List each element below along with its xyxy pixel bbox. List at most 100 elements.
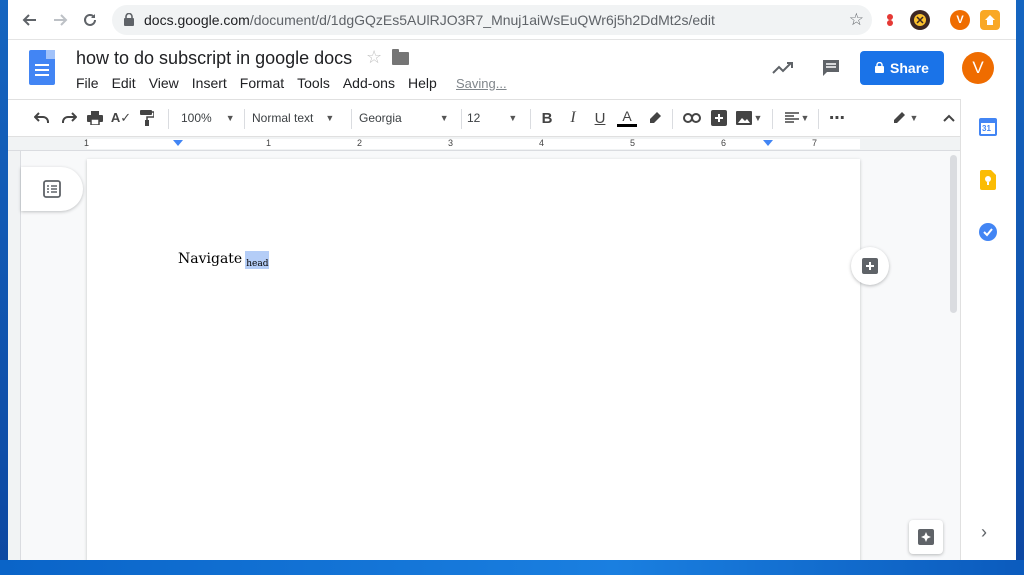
star-document-icon[interactable]: ☆ (366, 47, 382, 68)
ruler-number: 6 (721, 138, 727, 148)
menu-add-ons[interactable]: Add-ons (343, 75, 395, 91)
address-bar[interactable]: docs.google.com/document/d/1dgGQzEs5AUlR… (112, 5, 872, 35)
url-path: /document/d/1dgGQzEs5AUlRJO3R7_Mnuj1aiWs… (249, 12, 715, 28)
left-indent-marker[interactable] (173, 140, 183, 146)
font-size-value: 12 (467, 111, 481, 125)
lock-icon (875, 60, 885, 76)
vertical-scrollbar[interactable] (946, 151, 960, 560)
menu-bar: File Edit View Insert Format Tools Add-o… (76, 75, 450, 91)
bookmark-star-icon[interactable]: ☆ (849, 10, 864, 30)
chevron-down-icon: ▼ (325, 113, 335, 123)
paint-format-icon[interactable] (134, 100, 160, 136)
bold-icon[interactable]: B (534, 100, 560, 136)
ruler-number: 4 (539, 138, 545, 148)
forward-arrow-icon[interactable] (48, 8, 72, 32)
separator (818, 109, 819, 129)
document-canvas: Navigate head (21, 151, 960, 560)
document-outline-button[interactable] (21, 167, 83, 211)
share-button[interactable]: Share (860, 51, 944, 85)
browser-window: docs.google.com/document/d/1dgGQzEs5AUlR… (8, 0, 1016, 560)
menu-edit[interactable]: Edit (112, 75, 136, 91)
document-paragraph[interactable]: Navigate head (178, 251, 270, 269)
back-arrow-icon[interactable] (18, 8, 42, 32)
extension-shield-icon[interactable] (910, 10, 930, 30)
underline-icon[interactable]: U (587, 100, 613, 136)
desktop-taskbar-edge (0, 560, 1024, 575)
ruler-number: 3 (448, 138, 454, 148)
menu-tools[interactable]: Tools (297, 75, 330, 91)
style-value: Normal text (252, 111, 314, 125)
subscript-selected-text[interactable]: head (245, 251, 270, 269)
add-comment-button[interactable] (851, 247, 889, 285)
document-title[interactable]: how to do subscript in google docs (76, 48, 352, 69)
explore-button[interactable] (909, 520, 943, 554)
lock-icon (124, 12, 134, 31)
font-value: Georgia (359, 111, 402, 125)
print-icon[interactable] (82, 100, 108, 136)
insert-comment-icon[interactable] (706, 100, 732, 136)
activity-trend-icon[interactable] (771, 56, 795, 80)
separator (168, 109, 169, 129)
menu-insert[interactable]: Insert (192, 75, 227, 91)
separator (772, 109, 773, 129)
saving-status[interactable]: Saving... (456, 76, 507, 91)
redo-icon[interactable] (56, 100, 82, 136)
horizontal-ruler[interactable]: 1 1 2 3 4 5 6 7 (8, 137, 960, 151)
chevron-down-icon: ▼ (439, 113, 449, 123)
right-indent-marker[interactable] (763, 140, 773, 146)
url-text[interactable]: docs.google.com/document/d/1dgGQzEs5AUlR… (144, 12, 715, 28)
separator (351, 109, 352, 129)
menu-view[interactable]: View (149, 75, 179, 91)
ruler-number: 1 (266, 138, 272, 148)
ruler-number: 2 (357, 138, 363, 148)
menu-format[interactable]: Format (240, 75, 284, 91)
menu-help[interactable]: Help (408, 75, 437, 91)
zoom-select[interactable]: 100% ▼ (181, 100, 239, 136)
hide-menus-chevron-up-icon[interactable] (936, 100, 962, 136)
url-host: docs.google.com (144, 12, 250, 28)
ruler-number: 7 (812, 138, 818, 148)
scrollbar-thumb[interactable] (950, 155, 957, 313)
add-comment-icon (862, 258, 878, 274)
vertical-ruler[interactable] (8, 151, 21, 560)
zoom-value: 100% (181, 111, 212, 125)
calendar-icon[interactable]: 31 (977, 116, 999, 138)
chevron-down-icon: ▼ (800, 113, 810, 123)
side-panel: 31 › (960, 99, 1016, 560)
reload-icon[interactable] (78, 8, 102, 32)
comments-icon[interactable] (819, 56, 843, 80)
profile-avatar[interactable]: V (950, 10, 970, 30)
chevron-down-icon: ▼ (753, 113, 763, 123)
keep-icon[interactable] (977, 169, 999, 191)
formatting-toolbar: A✓ 100% ▼ Normal text ▼ Georgia ▼ 12 ▼ B I U… (8, 99, 960, 137)
extension-home-icon[interactable] (980, 10, 1000, 30)
align-icon[interactable]: ▼ (780, 100, 814, 136)
highlight-pen-icon[interactable] (642, 100, 668, 136)
italic-icon[interactable]: I (560, 100, 586, 136)
explore-sparkle-icon (918, 529, 934, 545)
extension-red-icon[interactable] (880, 10, 900, 30)
editing-mode-pencil-icon[interactable]: ▼ (888, 100, 922, 136)
docs-logo-icon[interactable] (29, 50, 55, 85)
more-options-icon[interactable]: ⋯ (824, 100, 850, 136)
font-select[interactable]: Georgia ▼ (359, 100, 454, 136)
undo-icon[interactable] (29, 100, 55, 136)
account-avatar[interactable]: V (962, 52, 994, 84)
document-page[interactable]: Navigate head (87, 159, 860, 560)
insert-image-icon[interactable]: ▼ (732, 100, 766, 136)
separator (530, 109, 531, 129)
font-size-select[interactable]: 12 ▼ (467, 100, 525, 136)
expand-panel-chevron-right-icon[interactable]: › (981, 522, 987, 543)
link-icon[interactable] (679, 100, 705, 136)
paragraph-style-select[interactable]: Normal text ▼ (252, 100, 344, 136)
calendar-day-number: 31 (982, 124, 991, 133)
tasks-icon[interactable] (977, 221, 999, 243)
share-label: Share (890, 60, 929, 76)
ruler-number: 1 (84, 138, 90, 148)
spellcheck-icon[interactable]: A✓ (108, 100, 134, 136)
menu-file[interactable]: File (76, 75, 99, 91)
text-color-icon[interactable]: A (614, 100, 640, 136)
ruler-number: 5 (630, 138, 636, 148)
move-folder-icon[interactable] (392, 49, 409, 65)
chevron-down-icon: ▼ (508, 113, 518, 123)
